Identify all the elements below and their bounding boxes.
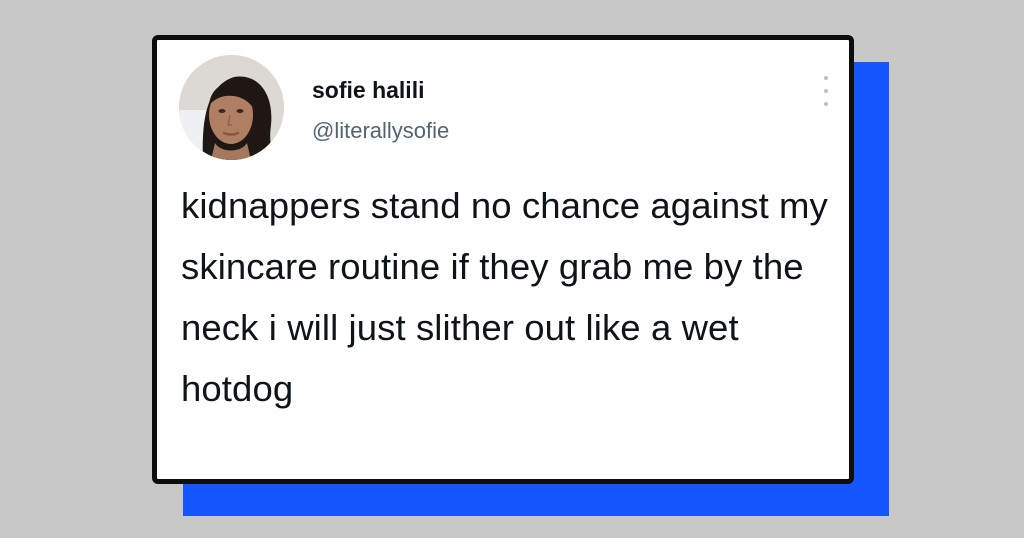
tweet-text: kidnappers stand no chance against my sk…: [181, 185, 828, 409]
avatar[interactable]: [179, 55, 284, 160]
more-vertical-icon[interactable]: [821, 76, 831, 106]
dot: [824, 102, 828, 106]
avatar-photo: [179, 55, 284, 160]
dot: [824, 89, 828, 93]
display-name[interactable]: sofie halili: [312, 77, 424, 104]
tweet-card: sofie halili @literallysofie kidnappers …: [152, 35, 854, 484]
user-handle[interactable]: @literallysofie: [312, 118, 449, 144]
dot: [824, 76, 828, 80]
